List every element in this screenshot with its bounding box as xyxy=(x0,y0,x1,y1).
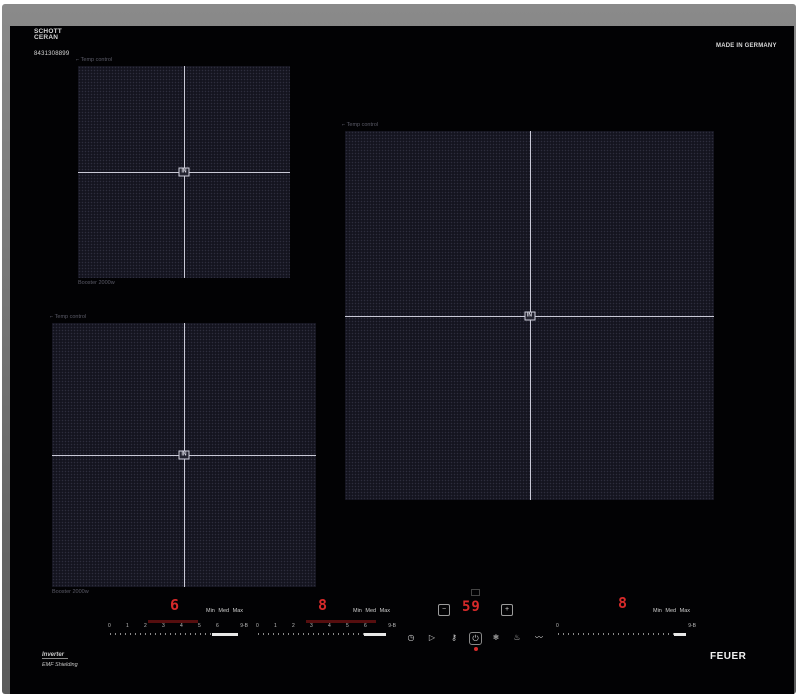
left-scale-med: Med xyxy=(218,608,230,614)
zone2-induction-badge: IN xyxy=(524,311,535,320)
slider-tick-5: 5 xyxy=(346,623,349,629)
slider-tick-0: 0 xyxy=(256,623,259,629)
right-slider-fill xyxy=(674,633,686,636)
zone2-temp-text: Temp control xyxy=(346,122,379,128)
right-scale-min: Min xyxy=(653,608,662,614)
slider-tick-3: 3 xyxy=(162,623,165,629)
zone1-temp-label: ⌐ Temp control xyxy=(76,57,112,63)
zone1-booster-label: Booster 2000w xyxy=(78,280,115,286)
timer-plus-button[interactable]: + xyxy=(501,604,513,616)
serial-number: 8431308899 xyxy=(34,51,70,57)
zone1-induction-badge: IN xyxy=(178,167,190,177)
cooking-zone-1[interactable]: IN xyxy=(78,66,290,278)
left-slider-glow xyxy=(148,620,198,623)
mid-power-slider[interactable]: 0 1 2 3 4 5 6 9-B xyxy=(256,620,396,640)
inverter-logo: Inverter EMF Shielding xyxy=(42,652,78,668)
right-scale-max: Max xyxy=(679,608,691,614)
left-slider-fill xyxy=(212,633,238,636)
cooking-zone-3[interactable]: IN xyxy=(52,323,316,587)
mid-scale-med: Med xyxy=(365,608,377,614)
play-icon[interactable]: ▷ xyxy=(426,632,438,644)
glass-surface: SCHOTT CERAN 8431308899 MADE IN GERMANY … xyxy=(10,26,794,694)
right-scale-med: Med xyxy=(665,608,677,614)
timer-indicator-icon xyxy=(471,589,480,596)
slider-tick-end: 9-B xyxy=(688,623,696,629)
left-scale-max: Max xyxy=(232,608,244,614)
power-led-icon xyxy=(474,647,478,651)
mid-scale-labels: Min Med Max xyxy=(353,608,390,614)
zone3-temp-label: ⌐ Temp control xyxy=(50,314,86,320)
slider-tick-5: 5 xyxy=(198,623,201,629)
slider-tick-3: 3 xyxy=(310,623,313,629)
slider-tick-2: 2 xyxy=(144,623,147,629)
timer-icon[interactable]: ◷ xyxy=(405,632,417,644)
snowflake-icon[interactable]: ❄ xyxy=(490,632,502,644)
heat-icon[interactable]: ♨ xyxy=(511,632,523,644)
cooktop-frame: SCHOTT CERAN 8431308899 MADE IN GERMANY … xyxy=(2,4,796,694)
mid-zone-display: 8 xyxy=(318,596,328,614)
right-zone-display: 8 xyxy=(618,594,628,612)
zone2-temp-label: ⌐ Temp control xyxy=(342,122,378,128)
emf-shielding-label: EMF Shielding xyxy=(42,662,78,668)
cooking-zone-2[interactable]: IN xyxy=(345,131,714,500)
feuer-logo: FEUER xyxy=(710,651,747,662)
slider-tick-0: 0 xyxy=(556,623,559,629)
zone3-booster-label: Booster 2000w xyxy=(52,589,89,595)
mid-scale-min: Min xyxy=(353,608,362,614)
mid-slider-fill xyxy=(364,633,386,636)
schott-logo-line2: CERAN xyxy=(34,34,59,41)
timer-display: 59 xyxy=(462,599,481,615)
slider-tick-0: 0 xyxy=(108,623,111,629)
timer-minus-button[interactable]: − xyxy=(438,604,450,616)
key-lock-icon[interactable]: ⚷ xyxy=(448,632,460,644)
wave-icon[interactable]: 〰 xyxy=(533,632,545,644)
slider-tick-4: 4 xyxy=(328,623,331,629)
right-slider-track xyxy=(558,633,686,635)
slider-tick-2: 2 xyxy=(292,623,295,629)
zone3-temp-text: Temp control xyxy=(54,314,87,320)
mid-scale-max: Max xyxy=(379,608,391,614)
left-zone-display: 6 xyxy=(170,596,180,614)
slider-tick-1: 1 xyxy=(126,623,129,629)
right-power-slider[interactable]: 0 9-B xyxy=(556,623,696,640)
schott-ceran-logo: SCHOTT CERAN xyxy=(34,28,62,41)
slider-tick-6: 6 xyxy=(216,623,219,629)
inverter-logo-text: Inverter xyxy=(42,652,68,659)
power-icon[interactable]: ⏻ xyxy=(469,632,482,645)
slider-tick-1: 1 xyxy=(274,623,277,629)
slider-tick-end: 9-B xyxy=(388,623,396,629)
zone3-induction-badge: IN xyxy=(178,450,190,460)
left-scale-labels: Min Med Max xyxy=(206,608,243,614)
left-scale-min: Min xyxy=(206,608,215,614)
zone1-temp-text: Temp control xyxy=(80,57,113,63)
made-in-label: MADE IN GERMANY xyxy=(716,43,777,49)
right-scale-labels: Min Med Max xyxy=(653,608,690,614)
slider-tick-end: 9-B xyxy=(240,623,248,629)
slider-tick-4: 4 xyxy=(180,623,183,629)
mid-slider-glow xyxy=(306,620,376,623)
slider-tick-6: 6 xyxy=(364,623,367,629)
left-power-slider[interactable]: 0 1 2 3 4 5 6 9-B xyxy=(108,620,248,640)
